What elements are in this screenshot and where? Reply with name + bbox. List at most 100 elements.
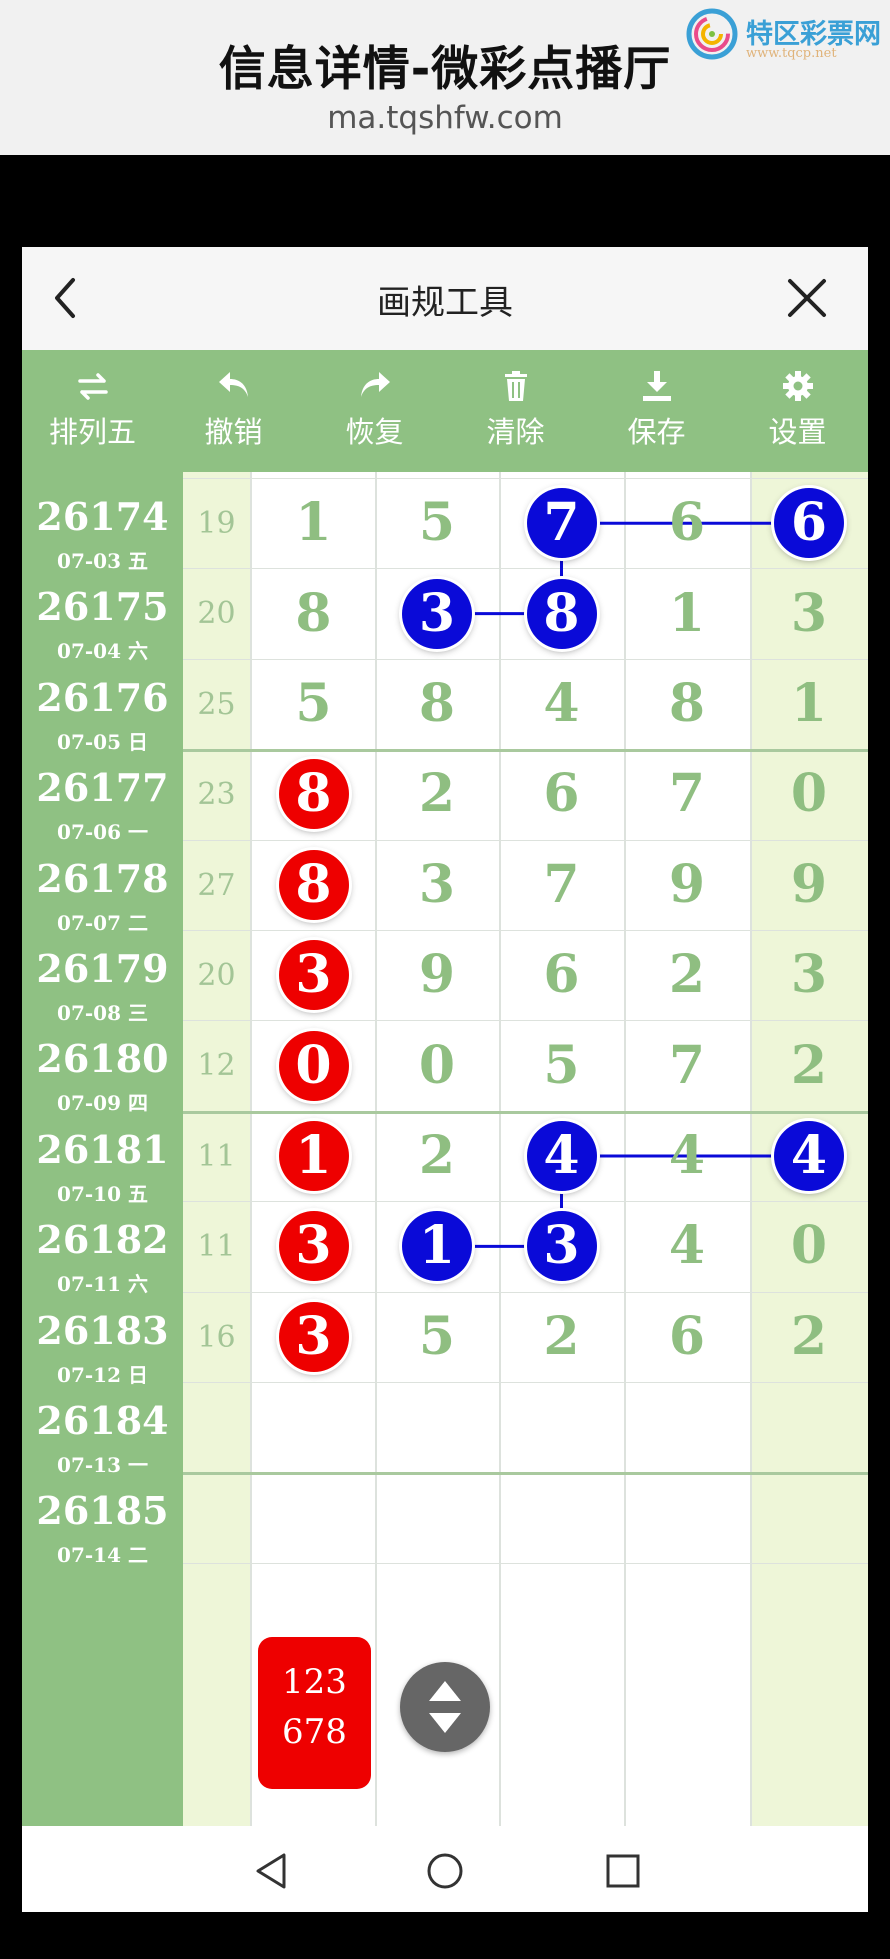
- digit-cell[interactable]: [774, 1392, 844, 1462]
- blue-marked-digit[interactable]: 7: [526, 488, 597, 559]
- sum-value: 25: [197, 686, 236, 722]
- digit-cell[interactable]: 2: [527, 1302, 597, 1372]
- digit-cell[interactable]: [652, 1483, 722, 1553]
- digit-cell[interactable]: 3: [774, 940, 844, 1010]
- blue-marked-digit[interactable]: 8: [526, 578, 597, 649]
- digit-cell[interactable]: 2: [652, 940, 722, 1010]
- digit-cell[interactable]: 2: [402, 1121, 472, 1191]
- blue-marked-digit[interactable]: 4: [774, 1121, 844, 1191]
- digit-cell[interactable]: 4: [652, 1121, 722, 1191]
- red-marked-digit[interactable]: 3: [278, 1211, 349, 1282]
- nav-back-icon[interactable]: [252, 1851, 292, 1891]
- page-title: 画规工具: [377, 283, 513, 323]
- issue-number: 26183: [36, 1307, 169, 1353]
- digit-cell[interactable]: 4: [652, 1211, 722, 1281]
- digit-cell[interactable]: 8: [402, 669, 472, 739]
- issue-number: 26182: [36, 1217, 169, 1263]
- nav-home-icon[interactable]: [425, 1851, 465, 1891]
- digit-cell[interactable]: 4: [527, 669, 597, 739]
- blue-marked-digit[interactable]: 3: [402, 578, 472, 649]
- digit-cell[interactable]: 1: [652, 579, 722, 649]
- digit-cell[interactable]: 0: [774, 759, 844, 829]
- clear-button[interactable]: 清除: [445, 350, 586, 472]
- app-bar: 画规工具: [22, 247, 868, 350]
- digit-cell[interactable]: [527, 1392, 597, 1462]
- digit-cell[interactable]: 5: [402, 488, 472, 558]
- blue-marked-digit[interactable]: 1: [402, 1211, 472, 1282]
- sum-value: 12: [197, 1048, 236, 1084]
- toolbar-label-save: 保存: [627, 415, 686, 449]
- digit-cell[interactable]: 6: [652, 488, 722, 558]
- banner-url: ma.tqshfw.com: [327, 100, 563, 136]
- digit-cell[interactable]: 0: [402, 1031, 472, 1101]
- close-button[interactable]: [782, 273, 832, 323]
- digit-cell[interactable]: 2: [774, 1031, 844, 1101]
- issue-number: 26185: [36, 1488, 169, 1534]
- swirl-logo-icon: [686, 8, 738, 60]
- prediction-top: 123: [282, 1662, 347, 1702]
- digit-cell[interactable]: 3: [402, 850, 472, 920]
- issue-number: 26175: [36, 584, 169, 630]
- digit-cell[interactable]: 9: [402, 940, 472, 1010]
- digit-cell[interactable]: 9: [652, 850, 722, 920]
- digit-cell[interactable]: 2: [402, 759, 472, 829]
- digit-cell[interactable]: 0: [774, 1211, 844, 1281]
- digit-cell[interactable]: 8: [652, 669, 722, 739]
- swap-arrows-icon: [78, 373, 108, 400]
- gear-icon: [783, 371, 813, 401]
- sum-value: 16: [197, 1319, 236, 1355]
- digit-cell[interactable]: 7: [527, 850, 597, 920]
- red-marked-digit[interactable]: 3: [278, 940, 349, 1011]
- red-marked-digit[interactable]: 8: [278, 849, 349, 920]
- red-marked-digit[interactable]: 8: [278, 759, 349, 830]
- sum-value: 11: [197, 1229, 236, 1265]
- digit-cell[interactable]: [279, 1392, 349, 1462]
- sum-value: 19: [197, 506, 236, 541]
- trash-icon: [505, 371, 527, 401]
- save-button[interactable]: 保存: [586, 350, 727, 472]
- digit-cell[interactable]: 5: [527, 1031, 597, 1101]
- digit-cell[interactable]: 6: [527, 759, 597, 829]
- sum-value: 27: [197, 867, 236, 903]
- red-marked-digit[interactable]: 1: [278, 1121, 349, 1191]
- blue-marked-digit[interactable]: 4: [526, 1121, 597, 1191]
- prediction-bottom: 678: [282, 1712, 347, 1752]
- blue-marked-digit[interactable]: 6: [774, 488, 844, 559]
- toolbar: 排列五 撤销 恢复 清除 保存 设置: [22, 350, 868, 472]
- scroll-toggle-button[interactable]: [400, 1662, 490, 1752]
- issue-date: 07-14 二: [57, 1543, 148, 1568]
- digit-cell[interactable]: 8: [279, 579, 349, 649]
- digit-cell[interactable]: 7: [652, 1031, 722, 1101]
- digit-cell[interactable]: 2: [774, 1302, 844, 1372]
- redo-button[interactable]: 恢复: [304, 350, 445, 472]
- digit-cell[interactable]: 6: [527, 940, 597, 1010]
- digit-cell[interactable]: 9: [774, 850, 844, 920]
- trend-grid[interactable]: 26174 07-03 五 19 1 5 7 6 6 26175 07-04 六 20 8 3 8 1 3 26…: [22, 472, 868, 1912]
- digit-cell[interactable]: 3: [774, 579, 844, 649]
- nav-recents-icon[interactable]: [603, 1851, 643, 1891]
- digit-cell[interactable]: [402, 1483, 472, 1553]
- blue-marked-digit[interactable]: 3: [526, 1211, 597, 1282]
- digit-cell[interactable]: [279, 1483, 349, 1553]
- system-nav-bar: [22, 1826, 868, 1912]
- prediction-box[interactable]: 123 678: [258, 1637, 371, 1789]
- digit-cell[interactable]: 5: [279, 669, 349, 739]
- toolbar-label-redo: 恢复: [345, 415, 404, 449]
- digit-cell[interactable]: [652, 1392, 722, 1462]
- issue-number: 26184: [36, 1398, 169, 1443]
- lottery-type-button[interactable]: 排列五: [22, 350, 163, 472]
- digit-cell[interactable]: [774, 1483, 844, 1553]
- site-logo: 特区彩票网 www.tqcp.net: [686, 8, 890, 68]
- digit-cell[interactable]: [402, 1392, 472, 1462]
- digit-cell[interactable]: 1: [279, 488, 349, 558]
- settings-button[interactable]: 设置: [727, 350, 868, 472]
- digit-cell[interactable]: 7: [652, 759, 722, 829]
- digit-cell[interactable]: 1: [774, 669, 844, 739]
- digit-cell[interactable]: 5: [402, 1302, 472, 1372]
- undo-button[interactable]: 撤销: [163, 350, 304, 472]
- red-marked-digit[interactable]: 3: [278, 1301, 349, 1372]
- toolbar-label-lottery: 排列五: [48, 415, 136, 449]
- red-marked-digit[interactable]: 0: [278, 1030, 349, 1101]
- digit-cell[interactable]: [527, 1483, 597, 1553]
- digit-cell[interactable]: 6: [652, 1302, 722, 1372]
